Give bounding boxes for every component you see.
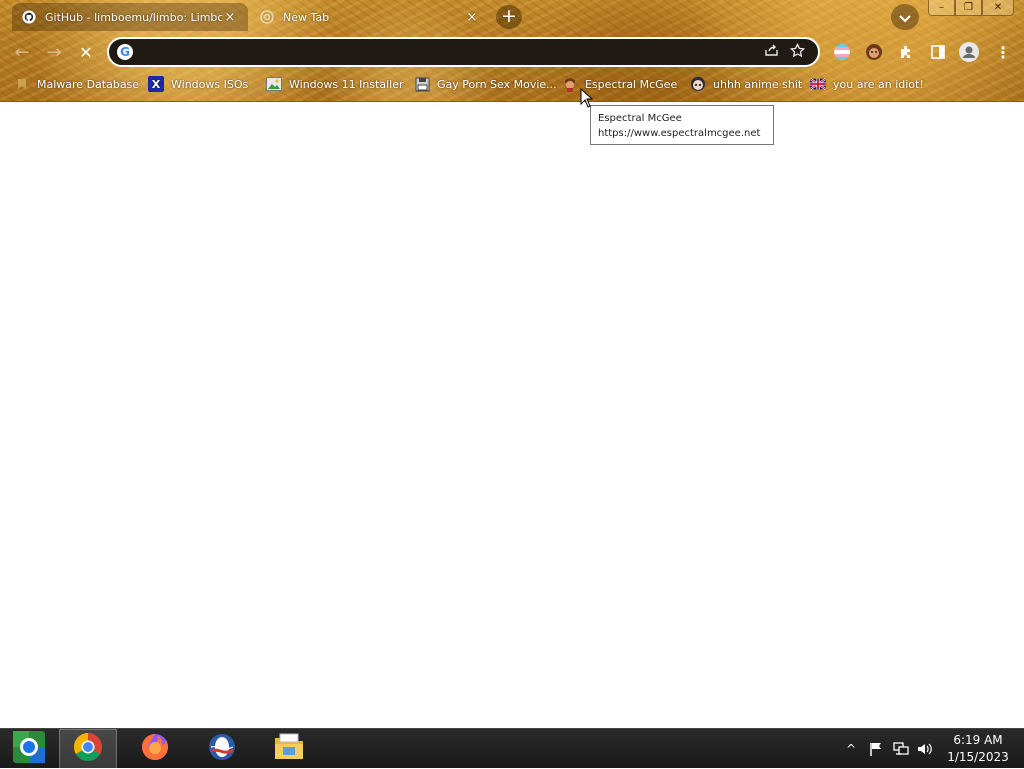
trans-flag-extension-icon[interactable]	[831, 41, 853, 63]
firefox-icon	[140, 732, 170, 766]
side-panel-icon[interactable]	[927, 41, 949, 63]
start-button[interactable]	[0, 729, 58, 769]
bookmark-label: Malware Database	[37, 77, 140, 91]
window-maximize-button[interactable]: ❐	[955, 0, 982, 16]
bookmark-you-are-an-idiot[interactable]: you are an idiot!	[810, 73, 924, 95]
stop-loading-button[interactable]: ✕	[74, 40, 98, 64]
tooltip-url: https://www.espectralmcgee.net	[598, 128, 761, 139]
share-icon[interactable]	[758, 43, 784, 61]
mouse-cursor-icon	[580, 87, 594, 112]
github-icon	[22, 10, 36, 24]
menu-kebab-icon[interactable]: ⋮	[992, 41, 1014, 63]
bookmark-icon	[14, 76, 30, 92]
taskbar-opera[interactable]	[193, 729, 251, 769]
face-extension-icon[interactable]	[863, 41, 885, 63]
browser-chrome: GitHub - limboemu/limbo: Limbo × New Tab…	[0, 0, 1024, 102]
tab-title: GitHub - limboemu/limbo: Limbo	[45, 10, 222, 24]
chevron-down-icon	[899, 8, 911, 27]
floppy-icon	[414, 76, 430, 92]
start-orb-icon	[12, 730, 46, 768]
clock-date: 1/15/2023	[947, 750, 1009, 764]
address-input[interactable]	[141, 44, 758, 60]
bookmark-label: Gay Porn Sex Movie...	[437, 77, 557, 91]
forward-button[interactable]: →	[42, 40, 66, 64]
window-close-button[interactable]: ✕	[982, 0, 1014, 16]
chrome-icon	[73, 732, 103, 766]
taskbar: ^ 6:19 AM 1/15/2023	[0, 728, 1024, 769]
tooltip-title: Espectral McGee	[598, 113, 682, 124]
network-icon[interactable]	[890, 729, 912, 769]
tab-close-icon[interactable]: ×	[464, 10, 480, 25]
profile-avatar-icon[interactable]	[958, 41, 980, 63]
file-explorer-icon	[273, 732, 305, 766]
bookmark-label: Windows 11 Installer	[289, 77, 404, 91]
new-tab-icon	[260, 10, 274, 24]
taskbar-file-explorer[interactable]	[260, 729, 318, 769]
bookmark-star-icon[interactable]	[784, 42, 810, 62]
bookmark-label: uhhh anime shit	[713, 77, 803, 91]
bookmark-label: you are an idiot!	[833, 77, 924, 91]
tab-close-icon[interactable]: ×	[222, 10, 238, 25]
bookmark-windows-isos[interactable]: X Windows ISOs	[148, 73, 248, 95]
tab-search-button[interactable]	[891, 4, 919, 30]
window-minimize-button[interactable]: –	[928, 0, 955, 16]
action-center-flag-icon[interactable]	[866, 729, 886, 769]
anime-icon	[690, 76, 706, 92]
x-icon: X	[148, 76, 164, 92]
system-clock[interactable]: 6:19 AM 1/15/2023	[940, 732, 1016, 766]
address-bar[interactable]: G	[107, 37, 820, 67]
volume-icon[interactable]	[914, 729, 936, 769]
tab-new-tab[interactable]: New Tab ×	[250, 3, 490, 31]
flag-icon	[810, 76, 826, 92]
bookmark-tooltip: Espectral McGee https://www.espectralmcg…	[590, 105, 774, 145]
bookmark-uhhh-anime-shit[interactable]: uhhh anime shit	[690, 73, 802, 95]
image-icon	[266, 76, 282, 92]
clock-time: 6:19 AM	[953, 733, 1003, 747]
opera-icon	[207, 732, 237, 766]
bookmarks-bar: Malware Database X Windows ISOs Windows …	[0, 73, 1024, 95]
taskbar-chrome[interactable]	[59, 729, 117, 769]
bookmark-malware-database[interactable]: Malware Database	[14, 73, 139, 95]
bookmark-label: Espectral McGee	[585, 77, 678, 91]
new-tab-button[interactable]: +	[496, 5, 522, 29]
show-hidden-icons-button[interactable]: ^	[842, 729, 860, 769]
taskbar-firefox[interactable]	[126, 729, 184, 769]
bookmark-gay-porn-sex-movie[interactable]: Gay Porn Sex Movie...	[414, 73, 557, 95]
tab-title: New Tab	[283, 10, 330, 24]
extensions-puzzle-icon[interactable]	[895, 41, 917, 63]
back-button[interactable]: ←	[10, 40, 34, 64]
tab-github[interactable]: GitHub - limboemu/limbo: Limbo ×	[12, 3, 248, 31]
bookmark-windows-11-installer[interactable]: Windows 11 Installer	[266, 73, 404, 95]
page-content	[0, 103, 1024, 728]
google-icon: G	[117, 44, 133, 60]
avatar-icon	[562, 76, 578, 92]
bookmark-label: Windows ISOs	[171, 77, 249, 91]
